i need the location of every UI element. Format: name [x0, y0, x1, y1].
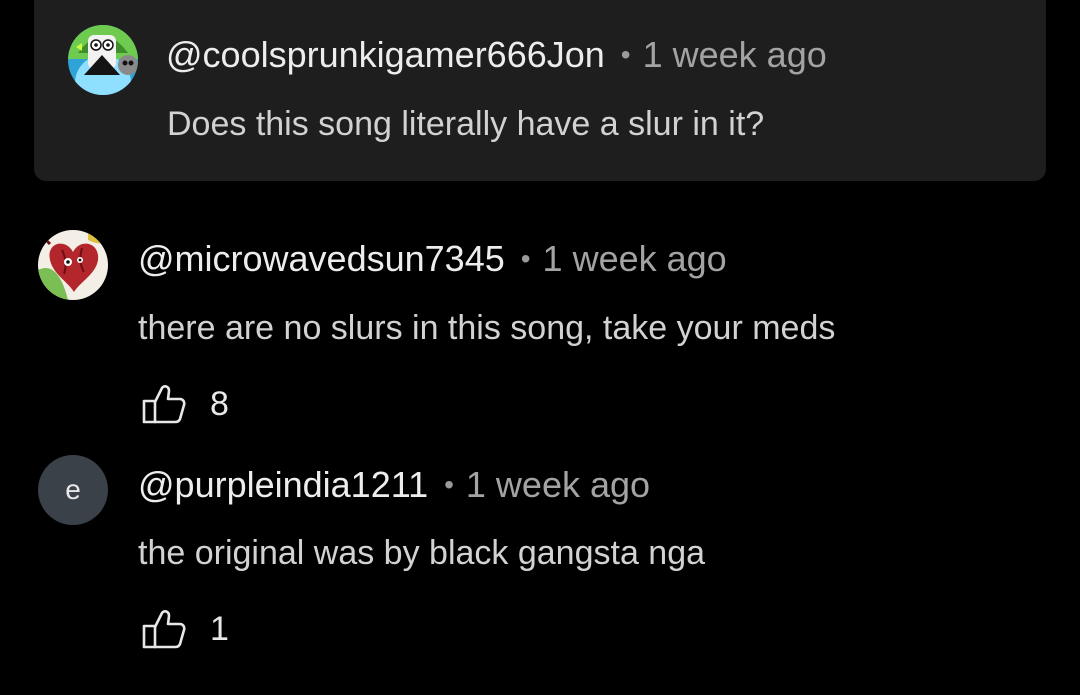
- parent-comment-timestamp: 1 week ago: [642, 34, 827, 75]
- like-count: 1: [210, 610, 229, 648]
- like-row: 1: [142, 609, 229, 649]
- reply-timestamp: 1 week ago: [542, 238, 727, 279]
- parent-comment-text: Does this song literally have a slur in …: [167, 105, 765, 143]
- reply-timestamp: 1 week ago: [465, 464, 651, 505]
- parent-comment-username[interactable]: @coolsprunkigamer666Jon: [166, 33, 605, 77]
- separator-dot: •: [444, 469, 454, 500]
- cartoon-character-avatar-icon: [68, 25, 138, 95]
- thumbs-up-icon[interactable]: [142, 609, 186, 649]
- avatar-letter: e: [65, 474, 81, 505]
- cartoon-heart-avatar-icon: [38, 230, 108, 300]
- parent-comment-avatar[interactable]: [68, 25, 138, 95]
- like-count: 8: [210, 385, 229, 423]
- reply-username[interactable]: @microwavedsun7345: [138, 237, 505, 281]
- reply-avatar[interactable]: e: [38, 455, 108, 525]
- thumbs-up-icon[interactable]: [142, 384, 186, 424]
- like-row: 8: [142, 384, 229, 424]
- reply-text: the original was by black gangsta nga: [138, 534, 706, 572]
- separator-dot: •: [520, 243, 531, 274]
- parent-comment-card: [34, 0, 1046, 181]
- reply-username[interactable]: @purpleindia1211: [138, 463, 428, 507]
- separator-dot: •: [620, 39, 631, 70]
- reply-avatar[interactable]: [38, 230, 108, 300]
- reply-text: there are no slurs in this song, take yo…: [138, 309, 836, 347]
